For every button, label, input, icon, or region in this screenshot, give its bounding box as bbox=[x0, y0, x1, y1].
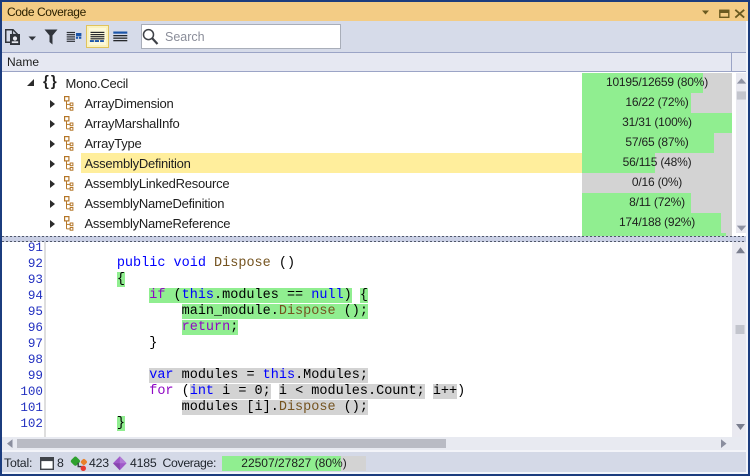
svg-text:Search: Search bbox=[165, 30, 205, 44]
